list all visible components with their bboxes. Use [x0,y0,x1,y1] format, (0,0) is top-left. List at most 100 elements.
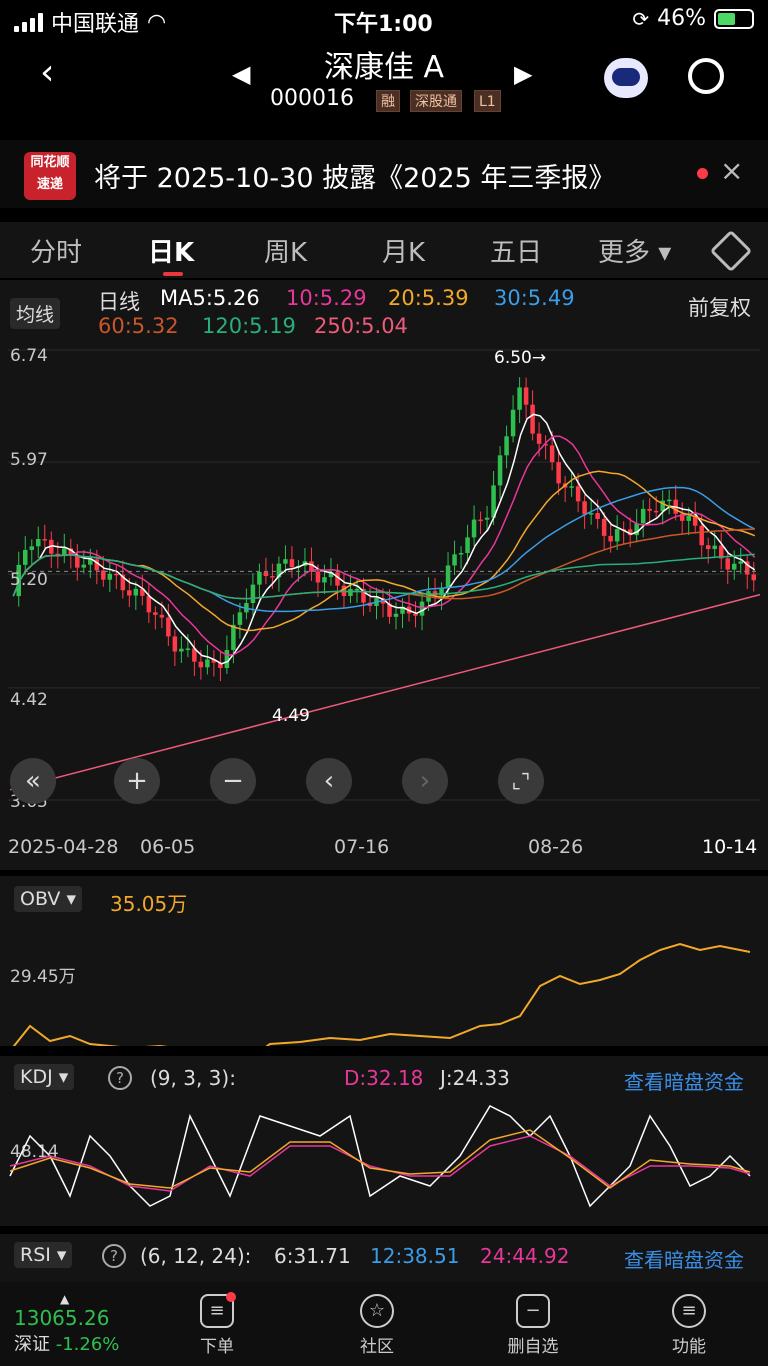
obv-chip[interactable]: OBV ▾ [14,886,82,912]
candle-body [647,508,652,511]
candle-body [166,617,171,637]
signal-icon [14,12,43,32]
candle-body [666,499,672,502]
tab-daily[interactable]: 日K [148,232,194,269]
candle-body [322,577,327,583]
candle-body [23,549,28,565]
x-label-1: 06-05 [140,836,196,858]
collapse-icon[interactable]: « [10,758,56,804]
y-label-3: 5.20 [10,570,48,590]
banner-text: 将于 2025-10-30 披露《2025 年三季报》 [94,163,616,194]
ma250-line [9,593,761,791]
candle-body [712,545,717,550]
candle-body [608,535,613,542]
candle-body [231,624,236,651]
index-name: 深证 [14,1334,50,1355]
candle-body [582,501,587,515]
fq-mode[interactable]: 前复权 [688,292,751,322]
nav-order[interactable]: ≡ 下单 [172,1292,262,1357]
tab-more[interactable]: 更多 ▾ [598,232,671,269]
ma30-value: 30:5.49 [494,286,575,310]
candle-body [530,404,535,434]
ma-line [12,413,756,665]
candle-body [614,529,620,542]
robot-assistant-icon[interactable] [604,58,648,98]
nav-remove-watchlist[interactable]: − 删自选 [488,1294,578,1357]
tab-monthly[interactable]: 月K [382,232,425,269]
stock-code: 000016 [270,86,354,111]
tab-intraday[interactable]: 分时 [30,232,82,269]
carrier-label: 中国联通 [51,12,140,37]
y-label-top: 6.74 [10,346,48,366]
candle-body [595,513,600,519]
x-label-2: 07-16 [334,836,390,858]
candle-body [283,559,288,564]
kdj-params: (9, 3, 3): [150,1066,236,1090]
scroll-left-icon[interactable]: ‹ [306,758,352,804]
kdj-darkpool-link[interactable]: 查看暗盘资金 [624,1066,744,1095]
candle-body [699,525,704,546]
zoom-in-icon[interactable]: + [114,758,160,804]
obv-value: 35.05万 [110,892,188,916]
kdj-help-icon[interactable]: ? [108,1066,132,1090]
obv-chart [12,942,751,1046]
candle-body [497,455,503,486]
candle-body [153,612,158,615]
tag-connect: 深股通 [410,90,462,112]
candle-body [263,571,269,577]
candle-body [510,409,516,437]
candle-body [419,601,425,616]
candle-body [159,614,165,618]
ma250-value: 250:5.04 [314,314,408,338]
search-icon[interactable] [688,58,724,94]
tab-five-day[interactable]: 五日 [490,232,542,269]
rsi-darkpool-link[interactable]: 查看暗盘资金 [624,1244,744,1273]
candle-body [172,636,178,652]
candle-body [393,613,399,617]
rsi-24-value: 24:44.92 [480,1244,570,1268]
candle-body [29,546,35,550]
candle-body [517,387,522,410]
next-stock-arrow-icon[interactable]: ▶ [514,60,532,88]
battery-icon [714,8,754,29]
candle-body [653,510,659,513]
nav-community[interactable]: ☆ 社区 [332,1294,422,1357]
ma-line [12,470,756,632]
fullscreen-icon[interactable]: ⌞⌝ [498,758,544,804]
zoom-out-icon[interactable]: − [210,758,256,804]
rsi-help-icon[interactable]: ? [102,1244,126,1268]
x-label-3: 08-26 [528,836,584,858]
candle-body [107,573,113,580]
low-marker: 4.49 [272,706,310,726]
candle-body [478,519,483,522]
candle-body [731,563,737,570]
ma60-value: 60:5.32 [98,314,179,338]
ma10-value: 10:5.29 [286,286,367,310]
nav-functions[interactable]: ≡ 功能 [644,1294,734,1357]
scroll-right-icon[interactable]: › [402,758,448,804]
candle-body [452,554,457,566]
candle-body [36,538,41,547]
ma-chip[interactable]: 均线 [10,298,61,329]
tab-weekly[interactable]: 周K [264,232,307,269]
candle-body [205,659,210,668]
orientation-lock-icon: ⟳ [632,6,650,31]
kline-chart[interactable] [0,340,768,810]
rsi-chip[interactable]: RSI ▾ [14,1242,73,1268]
bottom-nav: ▲ 13065.26 深证 -1.26% ≡ 下单 ☆ 社区 − 删自选 ≡ 功… [0,1282,768,1366]
ma120-value: 120:5.19 [202,314,296,338]
candle-body [270,576,275,578]
index-change: -1.26% [55,1334,120,1355]
close-icon[interactable]: × [720,154,743,187]
kdj-d-value: D:32.18 [344,1066,424,1090]
settings-icon[interactable] [709,229,753,273]
news-banner[interactable]: 同花顺 速递 将于 2025-10-30 披露《2025 年三季报》 × [0,140,768,208]
stock-header: ‹ ◀ 深康佳 A ▶ 000016 融 深股通 L1 [0,40,768,116]
candle-body [445,565,451,589]
index-ticker[interactable]: ▲ 13065.26 深证 -1.26% [14,1292,144,1356]
x-label-0: 2025-04-28 [8,836,119,858]
remove-watchlist-icon: − [516,1294,550,1328]
candle-body [725,558,730,570]
kdj-chip[interactable]: KDJ ▾ [14,1064,75,1090]
candle-body [81,564,87,568]
